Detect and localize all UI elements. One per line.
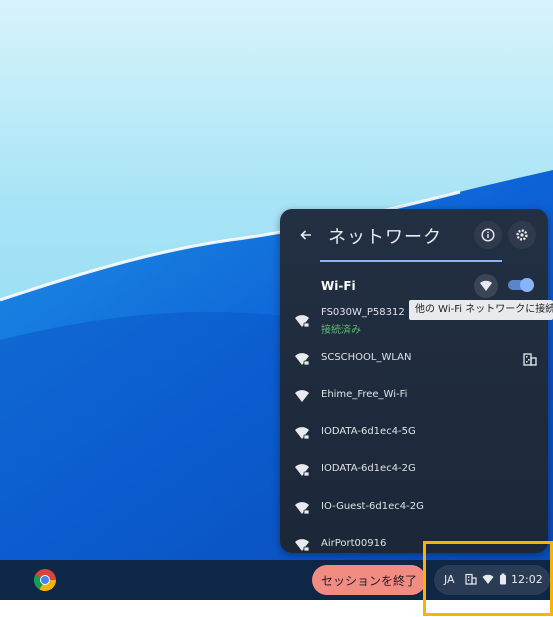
- network-item[interactable]: SCSCHOOL_WLAN: [280, 341, 548, 377]
- shelf: セッションを終了 JA 12:02: [0, 560, 553, 600]
- wifi-add-icon: [480, 280, 493, 291]
- settings-button[interactable]: [508, 221, 536, 249]
- wifi-lock-icon: [295, 353, 310, 366]
- building-icon: [523, 353, 537, 366]
- network-item[interactable]: AirPort00916: [280, 527, 548, 553]
- enterprise-icon: [465, 573, 477, 585]
- wifi-toggle[interactable]: [508, 278, 534, 292]
- arrow-left-icon: [300, 230, 311, 240]
- network-name: SCSCHOOL_WLAN: [321, 352, 412, 363]
- wifi-lock-icon: [295, 315, 310, 328]
- network-name: AirPort00916: [321, 538, 387, 549]
- ime-indicator: JA: [444, 573, 455, 586]
- network-name: IO-Guest-6d1ec4-2G: [321, 501, 424, 512]
- page-title: ネットワーク: [328, 227, 442, 248]
- header-divider: [320, 260, 502, 262]
- network-name: FS030W_P58312: [321, 307, 405, 318]
- network-name: IODATA-6d1ec4-5G: [321, 426, 416, 437]
- end-session-button[interactable]: セッションを終了: [312, 565, 426, 595]
- clock: 12:02: [511, 573, 543, 586]
- info-icon: [481, 228, 495, 242]
- network-item[interactable]: IODATA-6d1ec4-5G: [280, 415, 548, 451]
- desktop: ネットワーク Wi-Fi FS030W_P58312 接続済み SCSCHOOL…: [0, 0, 553, 600]
- network-panel-header: ネットワーク: [280, 209, 548, 262]
- wifi-lock-icon: [295, 502, 310, 515]
- wifi-lock-icon: [295, 464, 310, 477]
- tooltip: 他の Wi-Fi ネットワークに接続: [409, 300, 553, 320]
- battery-icon: [500, 573, 506, 585]
- wifi-toggle-knob: [520, 278, 534, 292]
- network-status: 接続済み: [321, 325, 361, 336]
- network-name: Ehime_Free_Wi-Fi: [321, 389, 408, 400]
- wifi-lock-icon: [295, 539, 310, 552]
- network-panel: ネットワーク Wi-Fi FS030W_P58312 接続済み SCSCHOOL…: [280, 209, 548, 553]
- status-tray[interactable]: JA 12:02: [434, 565, 550, 595]
- wifi-label: Wi-Fi: [321, 279, 356, 293]
- back-button[interactable]: [294, 223, 318, 247]
- wifi-icon: [482, 574, 494, 584]
- network-item[interactable]: IO-Guest-6d1ec4-2G: [280, 490, 548, 526]
- chrome-icon[interactable]: [33, 568, 57, 592]
- wifi-row: Wi-Fi: [280, 269, 548, 303]
- network-name: IODATA-6d1ec4-2G: [321, 463, 416, 474]
- gear-icon: [516, 229, 528, 241]
- wifi-lock-icon: [295, 427, 310, 440]
- wifi-icon: [295, 390, 309, 402]
- info-button[interactable]: [474, 221, 502, 249]
- network-item[interactable]: Ehime_Free_Wi-Fi: [280, 378, 548, 414]
- join-other-network-button[interactable]: [474, 274, 498, 298]
- network-item[interactable]: IODATA-6d1ec4-2G: [280, 452, 548, 488]
